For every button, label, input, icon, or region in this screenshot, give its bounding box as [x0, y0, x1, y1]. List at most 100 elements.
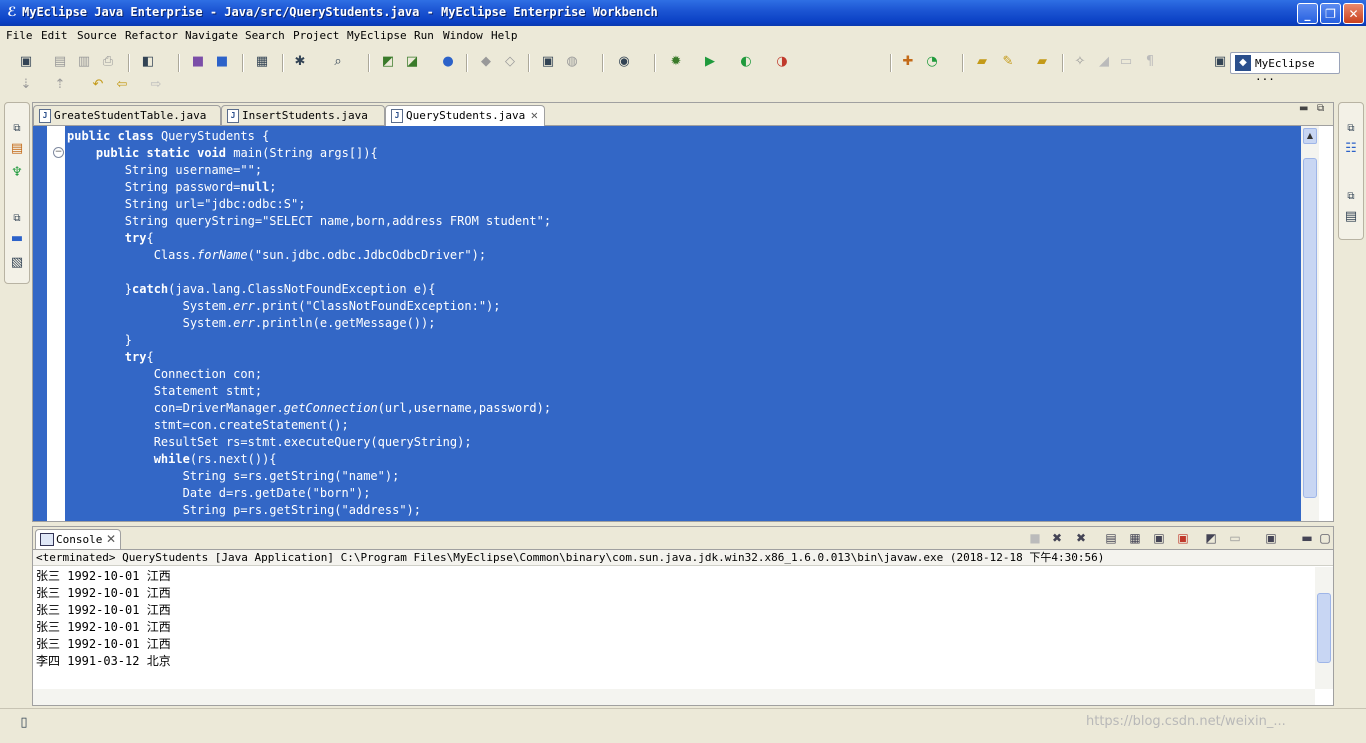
fast-view-icon[interactable]: ▯ [16, 715, 32, 731]
menu-project[interactable]: Project [293, 29, 339, 42]
last-edit-icon[interactable]: ↶ [90, 77, 106, 93]
editor-vertical-scrollbar[interactable]: ▲ [1301, 126, 1319, 521]
minimize-button[interactable]: _ [1297, 3, 1318, 24]
restore-icon-2[interactable]: ⧉ [9, 211, 25, 227]
new-java-icon[interactable]: ◔ [924, 54, 940, 70]
close-tab-icon[interactable]: ✕ [531, 108, 538, 122]
console-output[interactable]: 张三 1992-10-01 江西 张三 1992-10-01 江西 张三 1992-… [36, 568, 1316, 670]
menu-myeclipse[interactable]: MyEclipse [347, 29, 407, 42]
package-explorer-icon[interactable]: ▤ [9, 141, 25, 157]
restore-icon-4[interactable]: ⧉ [1343, 189, 1359, 205]
print-icon[interactable]: ⎙ [100, 54, 116, 70]
db-icon[interactable]: ◆ [478, 54, 494, 70]
open-folder-icon[interactable]: ▰ [974, 54, 990, 70]
close-console-icon[interactable]: ✕ [106, 532, 116, 546]
pencil-icon[interactable]: ✎ [1000, 54, 1016, 70]
show-stderr-icon[interactable]: ▣ [1175, 530, 1191, 546]
run-icon[interactable]: ▶ [702, 54, 718, 70]
close-button[interactable]: ✕ [1343, 3, 1364, 24]
save-icon[interactable]: ▤ [52, 54, 68, 70]
external-tools-icon[interactable]: ◑ [774, 54, 790, 70]
tab-insertstudents[interactable]: J InsertStudents.java [221, 105, 385, 125]
db-browser-icon[interactable]: ◇ [502, 54, 518, 70]
globe-icon[interactable]: ◍ [564, 54, 580, 70]
perspective-switcher[interactable]: ◆ MyEclipse ... [1230, 52, 1340, 83]
open-perspective-icon[interactable]: ▣ [1212, 54, 1228, 70]
block-icon[interactable]: ▭ [1118, 54, 1134, 70]
search-icon[interactable]: ⌕ [330, 54, 346, 70]
package-icon[interactable]: ■ [190, 54, 206, 70]
folder-icon[interactable]: ▰ [1034, 54, 1050, 70]
image-view-icon[interactable]: ▬ [9, 231, 25, 247]
menu-edit[interactable]: Edit [41, 29, 68, 42]
run-external-icon[interactable]: ◐ [738, 54, 754, 70]
console-config-icon[interactable]: ▣ [540, 54, 556, 70]
minimize-console-icon[interactable]: ▬ [1299, 530, 1315, 546]
open-type-icon[interactable]: ◩ [380, 54, 396, 70]
deploy-icon[interactable]: ■ [214, 54, 230, 70]
show-stdout-icon[interactable]: ▣ [1151, 530, 1167, 546]
menu-file[interactable]: File [6, 29, 33, 42]
menu-navigate[interactable]: Navigate [185, 29, 238, 42]
wizard-icon[interactable]: ✱ [292, 54, 308, 70]
tasks-icon[interactable]: ▤ [1343, 209, 1359, 225]
code-line: System.err.print("ClassNotFoundException… [67, 299, 501, 313]
code-text-area[interactable]: public class QueryStudents { public stat… [65, 126, 1301, 521]
pin-console-icon[interactable]: ◩ [1203, 530, 1219, 546]
restore-icon[interactable]: ⧉ [9, 121, 25, 137]
console-line: 张三 1992-10-01 江西 [36, 569, 171, 583]
properties-icon[interactable]: ▧ [9, 255, 25, 271]
maximize-console-icon[interactable]: ▢ [1317, 530, 1333, 546]
fold-toggle-icon[interactable]: − [53, 147, 64, 158]
maximize-button[interactable]: ❐ [1320, 3, 1341, 24]
tab-greatestudenttable[interactable]: J GreateStudentTable.java [33, 105, 221, 125]
scroll-lock-icon[interactable]: ▦ [1127, 530, 1143, 546]
menu-window[interactable]: Window [443, 29, 483, 42]
web-browser-icon[interactable]: ● [440, 54, 456, 70]
server-icon[interactable]: ▦ [254, 54, 270, 70]
remove-all-icon[interactable]: ✖ [1073, 530, 1089, 546]
open-resource-icon[interactable]: ◪ [404, 54, 420, 70]
console-line: 张三 1992-10-01 江西 [36, 603, 171, 617]
forward-icon[interactable]: ⇨ [148, 77, 164, 93]
new-class-icon[interactable]: ✚ [900, 54, 916, 70]
tab-console[interactable]: Console ✕ [35, 529, 121, 549]
save-all-icon[interactable]: ▥ [76, 54, 92, 70]
console-horizontal-scrollbar[interactable] [33, 689, 1315, 705]
back-icon[interactable]: ⇦ [114, 77, 130, 93]
new-icon[interactable]: ▣ [18, 54, 34, 70]
open-console-icon[interactable]: ▣ [1263, 530, 1279, 546]
menu-source[interactable]: Source [77, 29, 117, 42]
debug-icon[interactable]: ✹ [668, 54, 684, 70]
menu-run[interactable]: Run [414, 29, 434, 42]
menu-search[interactable]: Search [245, 29, 285, 42]
minimize-editor-icon[interactable]: ▬ [1299, 103, 1308, 114]
clear-console-icon[interactable]: ▤ [1103, 530, 1119, 546]
console-line: 李四 1991-03-12 北京 [36, 654, 171, 668]
paragraph-icon[interactable]: ¶ [1142, 54, 1158, 70]
restore-icon-3[interactable]: ⧉ [1343, 121, 1359, 137]
terminate-icon[interactable]: ■ [1027, 530, 1043, 546]
display-console-icon[interactable]: ▭ [1227, 530, 1243, 546]
tab-querystudents[interactable]: J QueryStudents.java ✕ [385, 105, 545, 126]
scroll-thumb[interactable] [1303, 158, 1317, 498]
prev-annotation-icon[interactable]: ⇡ [52, 77, 68, 93]
console-vertical-scrollbar[interactable] [1315, 567, 1333, 689]
scroll-up-icon[interactable]: ▲ [1303, 128, 1317, 144]
next-annotation-icon[interactable]: ⇣ [18, 77, 34, 93]
outline-icon[interactable]: ☷ [1343, 141, 1359, 157]
folding-ruler [47, 126, 65, 521]
menu-help[interactable]: Help [491, 29, 518, 42]
left-trim-bar: ⧉ ▤ ♆ ⧉ ▬ ▧ [4, 102, 30, 284]
camera-icon[interactable]: ◉ [616, 54, 632, 70]
code-line: String p=rs.getString("address"); [67, 503, 422, 517]
maximize-editor-icon[interactable]: ⧉ [1317, 103, 1324, 114]
menu-refactor[interactable]: Refactor [125, 29, 178, 42]
code-line: Class.forName("sun.jdbc.odbc.JdbcOdbcDri… [67, 248, 487, 262]
console-scroll-thumb[interactable] [1317, 593, 1331, 663]
new-project-icon[interactable]: ◧ [140, 54, 156, 70]
hierarchy-icon[interactable]: ♆ [9, 165, 25, 181]
remove-launch-icon[interactable]: ✖ [1049, 530, 1065, 546]
highlight-icon[interactable]: ◢ [1096, 54, 1112, 70]
pin-icon[interactable]: ✧ [1072, 54, 1088, 70]
